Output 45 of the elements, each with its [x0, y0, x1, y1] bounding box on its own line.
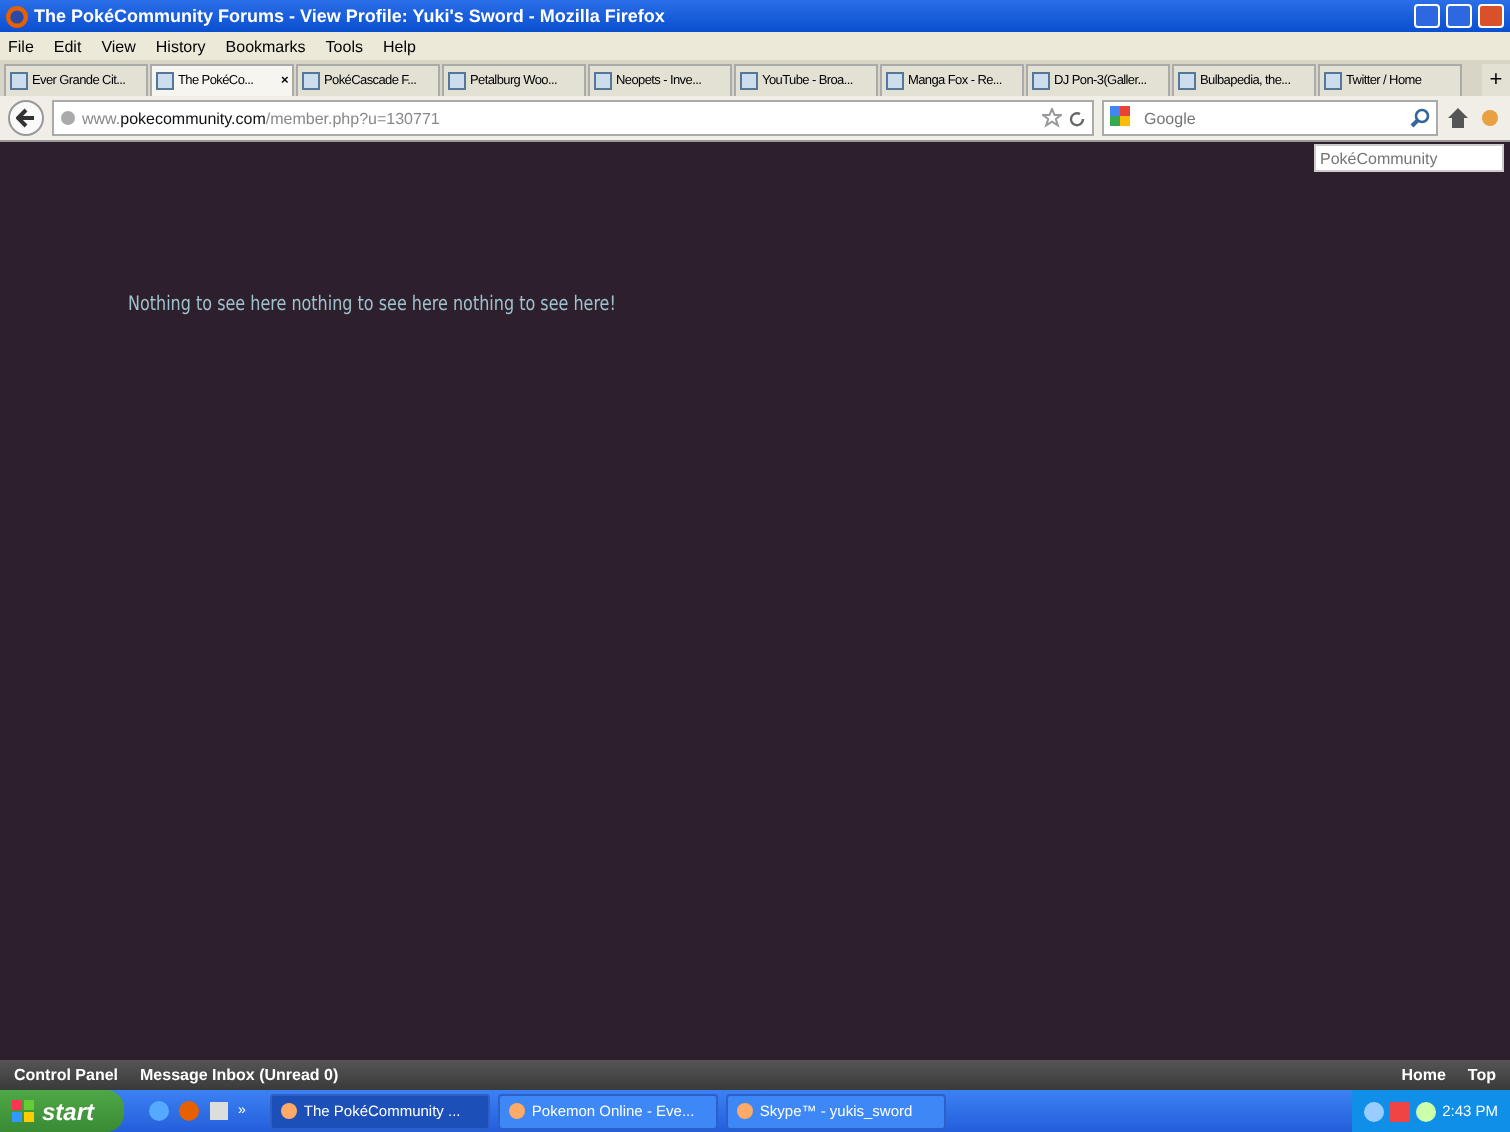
url-text: www.pokecommunity.com/member.php?u=130771 [82, 109, 440, 127]
menu-item[interactable]: History [155, 37, 206, 55]
home-icon[interactable] [1446, 106, 1470, 130]
globe-icon [60, 110, 76, 126]
profile-message: Nothing to see here nothing to see here nothing to see here! [128, 294, 616, 316]
tray-icon[interactable] [1416, 1101, 1437, 1121]
restore-button[interactable] [1446, 4, 1472, 28]
page-icon [10, 72, 28, 90]
page-icon [594, 72, 612, 90]
page-icon [740, 72, 758, 90]
page-icon [1032, 72, 1050, 90]
menu-item[interactable]: File [8, 37, 34, 55]
app-icon [735, 1102, 754, 1120]
search-icon[interactable] [1410, 108, 1430, 128]
address-bar[interactable]: www.pokecommunity.com/member.php?u=130771 [52, 100, 1094, 136]
footer-link[interactable]: Top [1467, 1066, 1496, 1084]
windows-logo-icon [12, 1099, 36, 1123]
menu-item[interactable]: Edit [53, 37, 82, 55]
page-icon [156, 72, 174, 90]
reload-icon[interactable] [1068, 109, 1086, 127]
search-field[interactable]: Google [1102, 100, 1438, 136]
menu-item[interactable]: Bookmarks [225, 37, 306, 55]
window-title: The PokéCommunity Forums - View Profile: Yuki's Sword - Mozilla Firefox [34, 6, 667, 26]
site-search-field[interactable]: PokéCommunity [1314, 144, 1504, 172]
page-icon [1178, 72, 1196, 90]
back-button[interactable] [8, 100, 44, 136]
page-icon [886, 72, 904, 90]
app-icon [279, 1102, 298, 1120]
minimize-button[interactable] [1414, 4, 1440, 28]
menu-item[interactable]: Help [382, 37, 416, 55]
app-icon[interactable] [208, 1100, 230, 1122]
footer-link[interactable]: Control Panel [14, 1066, 119, 1084]
back-arrow-icon [16, 108, 36, 128]
start-button[interactable]: start [0, 1090, 124, 1132]
page-icon [448, 72, 466, 90]
footer-link[interactable]: Message Inbox (Unread 0) [140, 1066, 339, 1084]
footer-link[interactable]: Home [1401, 1066, 1446, 1084]
new-tab-button[interactable]: + [1482, 64, 1510, 96]
page-icon [302, 72, 320, 90]
app-icon [507, 1102, 526, 1120]
page-icon [1324, 72, 1342, 90]
menu-item[interactable]: View [101, 37, 136, 55]
star-icon[interactable] [1042, 108, 1062, 128]
menu-item[interactable]: Tools [325, 37, 363, 55]
close-button[interactable] [1478, 4, 1504, 28]
